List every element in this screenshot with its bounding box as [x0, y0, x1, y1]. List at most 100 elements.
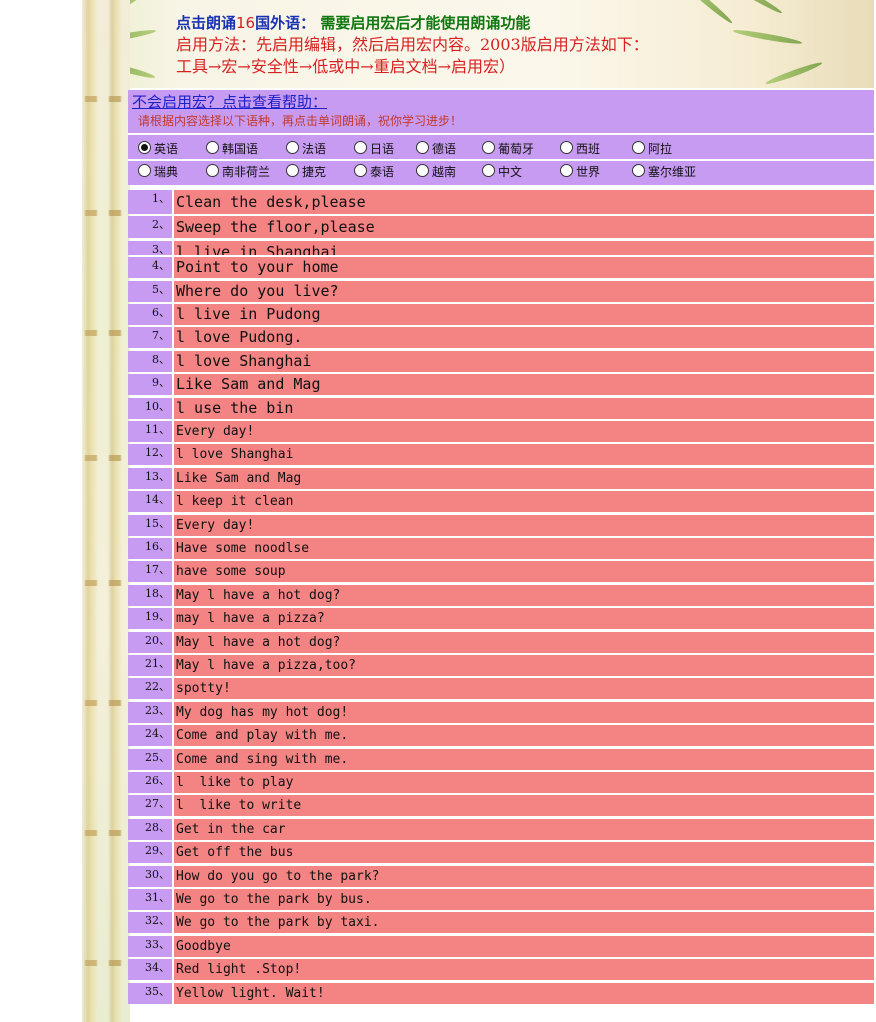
- language-option[interactable]: 泰语: [354, 164, 394, 179]
- sentence-text[interactable]: Yellow light. Wait!: [174, 982, 874, 1004]
- sentence-text[interactable]: Where do you live?: [174, 280, 874, 302]
- language-option[interactable]: 法语: [286, 141, 326, 156]
- sentence-row[interactable]: 25、 Come and sing with me.: [128, 748, 874, 770]
- sentence-text[interactable]: My dog has my hot dog!: [174, 701, 874, 723]
- sentence-row[interactable]: 33、 Goodbye: [128, 935, 874, 957]
- sentence-text[interactable]: Goodbye: [174, 935, 874, 957]
- sentence-text[interactable]: l love Pudong.: [174, 327, 874, 349]
- language-option[interactable]: 塞尔维亚: [632, 164, 696, 179]
- sentence-text[interactable]: Like Sam and Mag: [174, 374, 874, 396]
- sentence-text[interactable]: l love Shanghai: [174, 350, 874, 372]
- sentence-row[interactable]: 1、 Clean the desk,please: [128, 190, 874, 214]
- radio-button[interactable]: [206, 164, 219, 177]
- radio-button[interactable]: [632, 164, 645, 177]
- radio-button[interactable]: [138, 164, 151, 177]
- language-option[interactable]: 日语: [354, 141, 394, 156]
- language-option[interactable]: 阿拉: [632, 141, 672, 156]
- sentence-row[interactable]: 30、 How do you go to the park?: [128, 865, 874, 887]
- sentence-row[interactable]: 32、 We go to the park by taxi.: [128, 912, 874, 934]
- sentence-text[interactable]: l like to play: [174, 772, 874, 793]
- sentence-row[interactable]: 8、 l love Shanghai: [128, 350, 874, 372]
- sentence-text[interactable]: l keep it clean: [174, 491, 874, 513]
- sentence-row[interactable]: 26、 l like to play: [128, 772, 874, 793]
- sentence-row[interactable]: 12、 l love Shanghai: [128, 444, 874, 466]
- language-option[interactable]: 葡萄牙: [482, 141, 534, 156]
- help-link[interactable]: 不会启用宏？点击查看帮助：: [132, 92, 327, 112]
- language-option[interactable]: 捷克: [286, 164, 326, 179]
- sentence-row[interactable]: 11、 Every day!: [128, 421, 874, 442]
- radio-button[interactable]: [632, 141, 645, 154]
- sentence-text[interactable]: We go to the park by bus.: [174, 889, 874, 910]
- language-option[interactable]: 南非荷兰: [206, 164, 270, 179]
- sentence-text[interactable]: l use the bin: [174, 397, 874, 419]
- sentence-row[interactable]: 23、 My dog has my hot dog!: [128, 701, 874, 723]
- sentence-row[interactable]: 5、 Where do you live?: [128, 280, 874, 302]
- language-option[interactable]: 德语: [416, 141, 456, 156]
- language-option[interactable]: 世界: [560, 164, 600, 179]
- sentence-text[interactable]: have some soup: [174, 561, 874, 583]
- sentence-row[interactable]: 13、 Like Sam and Mag: [128, 467, 874, 489]
- radio-button[interactable]: [560, 141, 573, 154]
- language-option[interactable]: 越南: [416, 164, 456, 179]
- sentence-text[interactable]: Clean the desk,please: [174, 190, 874, 214]
- sentence-row[interactable]: 2、 Sweep the floor,please: [128, 216, 874, 239]
- sentence-text[interactable]: Every day!: [174, 421, 874, 442]
- language-option[interactable]: 瑞典: [138, 164, 178, 179]
- sentence-row[interactable]: 21、 May l have a pizza,too?: [128, 655, 874, 676]
- sentence-text[interactable]: Come and sing with me.: [174, 748, 874, 770]
- sentence-text[interactable]: May l have a hot dog?: [174, 631, 874, 653]
- sentence-text[interactable]: l live in Pudong: [174, 304, 874, 325]
- radio-button[interactable]: [206, 141, 219, 154]
- sentence-row[interactable]: 27、 l like to write: [128, 795, 874, 817]
- sentence-text[interactable]: l love Shanghai: [174, 444, 874, 466]
- radio-button[interactable]: [354, 164, 367, 177]
- sentence-text[interactable]: May l have a pizza,too?: [174, 655, 874, 676]
- radio-button[interactable]: [560, 164, 573, 177]
- sentence-text[interactable]: Every day!: [174, 514, 874, 536]
- language-option[interactable]: 中文: [482, 164, 522, 179]
- sentence-row[interactable]: 31、 We go to the park by bus.: [128, 889, 874, 910]
- language-option[interactable]: 西班: [560, 141, 600, 156]
- sentence-row[interactable]: 15、 Every day!: [128, 514, 874, 536]
- sentence-text[interactable]: l like to write: [174, 795, 874, 817]
- sentence-row[interactable]: 17、 have some soup: [128, 561, 874, 583]
- sentence-row[interactable]: 14、 l keep it clean: [128, 491, 874, 513]
- sentence-row[interactable]: 10、 l use the bin: [128, 397, 874, 419]
- radio-button[interactable]: [286, 141, 299, 154]
- sentence-text[interactable]: We go to the park by taxi.: [174, 912, 874, 934]
- sentence-text[interactable]: spotty!: [174, 678, 874, 700]
- radio-button[interactable]: [416, 141, 429, 154]
- radio-button[interactable]: [354, 141, 367, 154]
- radio-button[interactable]: [416, 164, 429, 177]
- sentence-row[interactable]: 19、 may l have a pizza?: [128, 608, 874, 630]
- sentence-text[interactable]: Get in the car: [174, 818, 874, 840]
- sentence-row[interactable]: 22、 spotty!: [128, 678, 874, 700]
- language-option[interactable]: 韩国语: [206, 141, 258, 156]
- sentence-text[interactable]: Sweep the floor,please: [174, 216, 874, 239]
- sentence-text[interactable]: Come and play with me.: [174, 725, 874, 747]
- radio-button[interactable]: [482, 141, 495, 154]
- sentence-row[interactable]: 16、 Have some noodlse: [128, 538, 874, 559]
- sentence-text[interactable]: l live in Shanghai: [174, 240, 874, 255]
- sentence-row[interactable]: 24、 Come and play with me.: [128, 725, 874, 747]
- sentence-text[interactable]: May l have a hot dog?: [174, 584, 874, 606]
- sentence-row[interactable]: 7、 l love Pudong.: [128, 327, 874, 349]
- radio-button[interactable]: [482, 164, 495, 177]
- sentence-text[interactable]: Get off the bus: [174, 842, 874, 864]
- sentence-row[interactable]: 9、 Like Sam and Mag: [128, 374, 874, 396]
- sentence-text[interactable]: How do you go to the park?: [174, 865, 874, 887]
- sentence-text[interactable]: Point to your home: [174, 257, 874, 279]
- radio-button[interactable]: [138, 141, 151, 154]
- language-option[interactable]: 英语: [138, 141, 178, 156]
- sentence-row[interactable]: 28、 Get in the car: [128, 818, 874, 840]
- sentence-row[interactable]: 4、 Point to your home: [128, 257, 874, 279]
- sentence-row[interactable]: 3、 l live in Shanghai: [128, 240, 874, 256]
- sentence-row[interactable]: 34、 Red light .Stop!: [128, 959, 874, 981]
- sentence-text[interactable]: may l have a pizza?: [174, 608, 874, 630]
- sentence-text[interactable]: Have some noodlse: [174, 538, 874, 559]
- radio-button[interactable]: [286, 164, 299, 177]
- sentence-row[interactable]: 35、 Yellow light. Wait!: [128, 982, 874, 1004]
- sentence-row[interactable]: 18、 May l have a hot dog?: [128, 584, 874, 606]
- sentence-text[interactable]: Red light .Stop!: [174, 959, 874, 981]
- sentence-row[interactable]: 20、 May l have a hot dog?: [128, 631, 874, 653]
